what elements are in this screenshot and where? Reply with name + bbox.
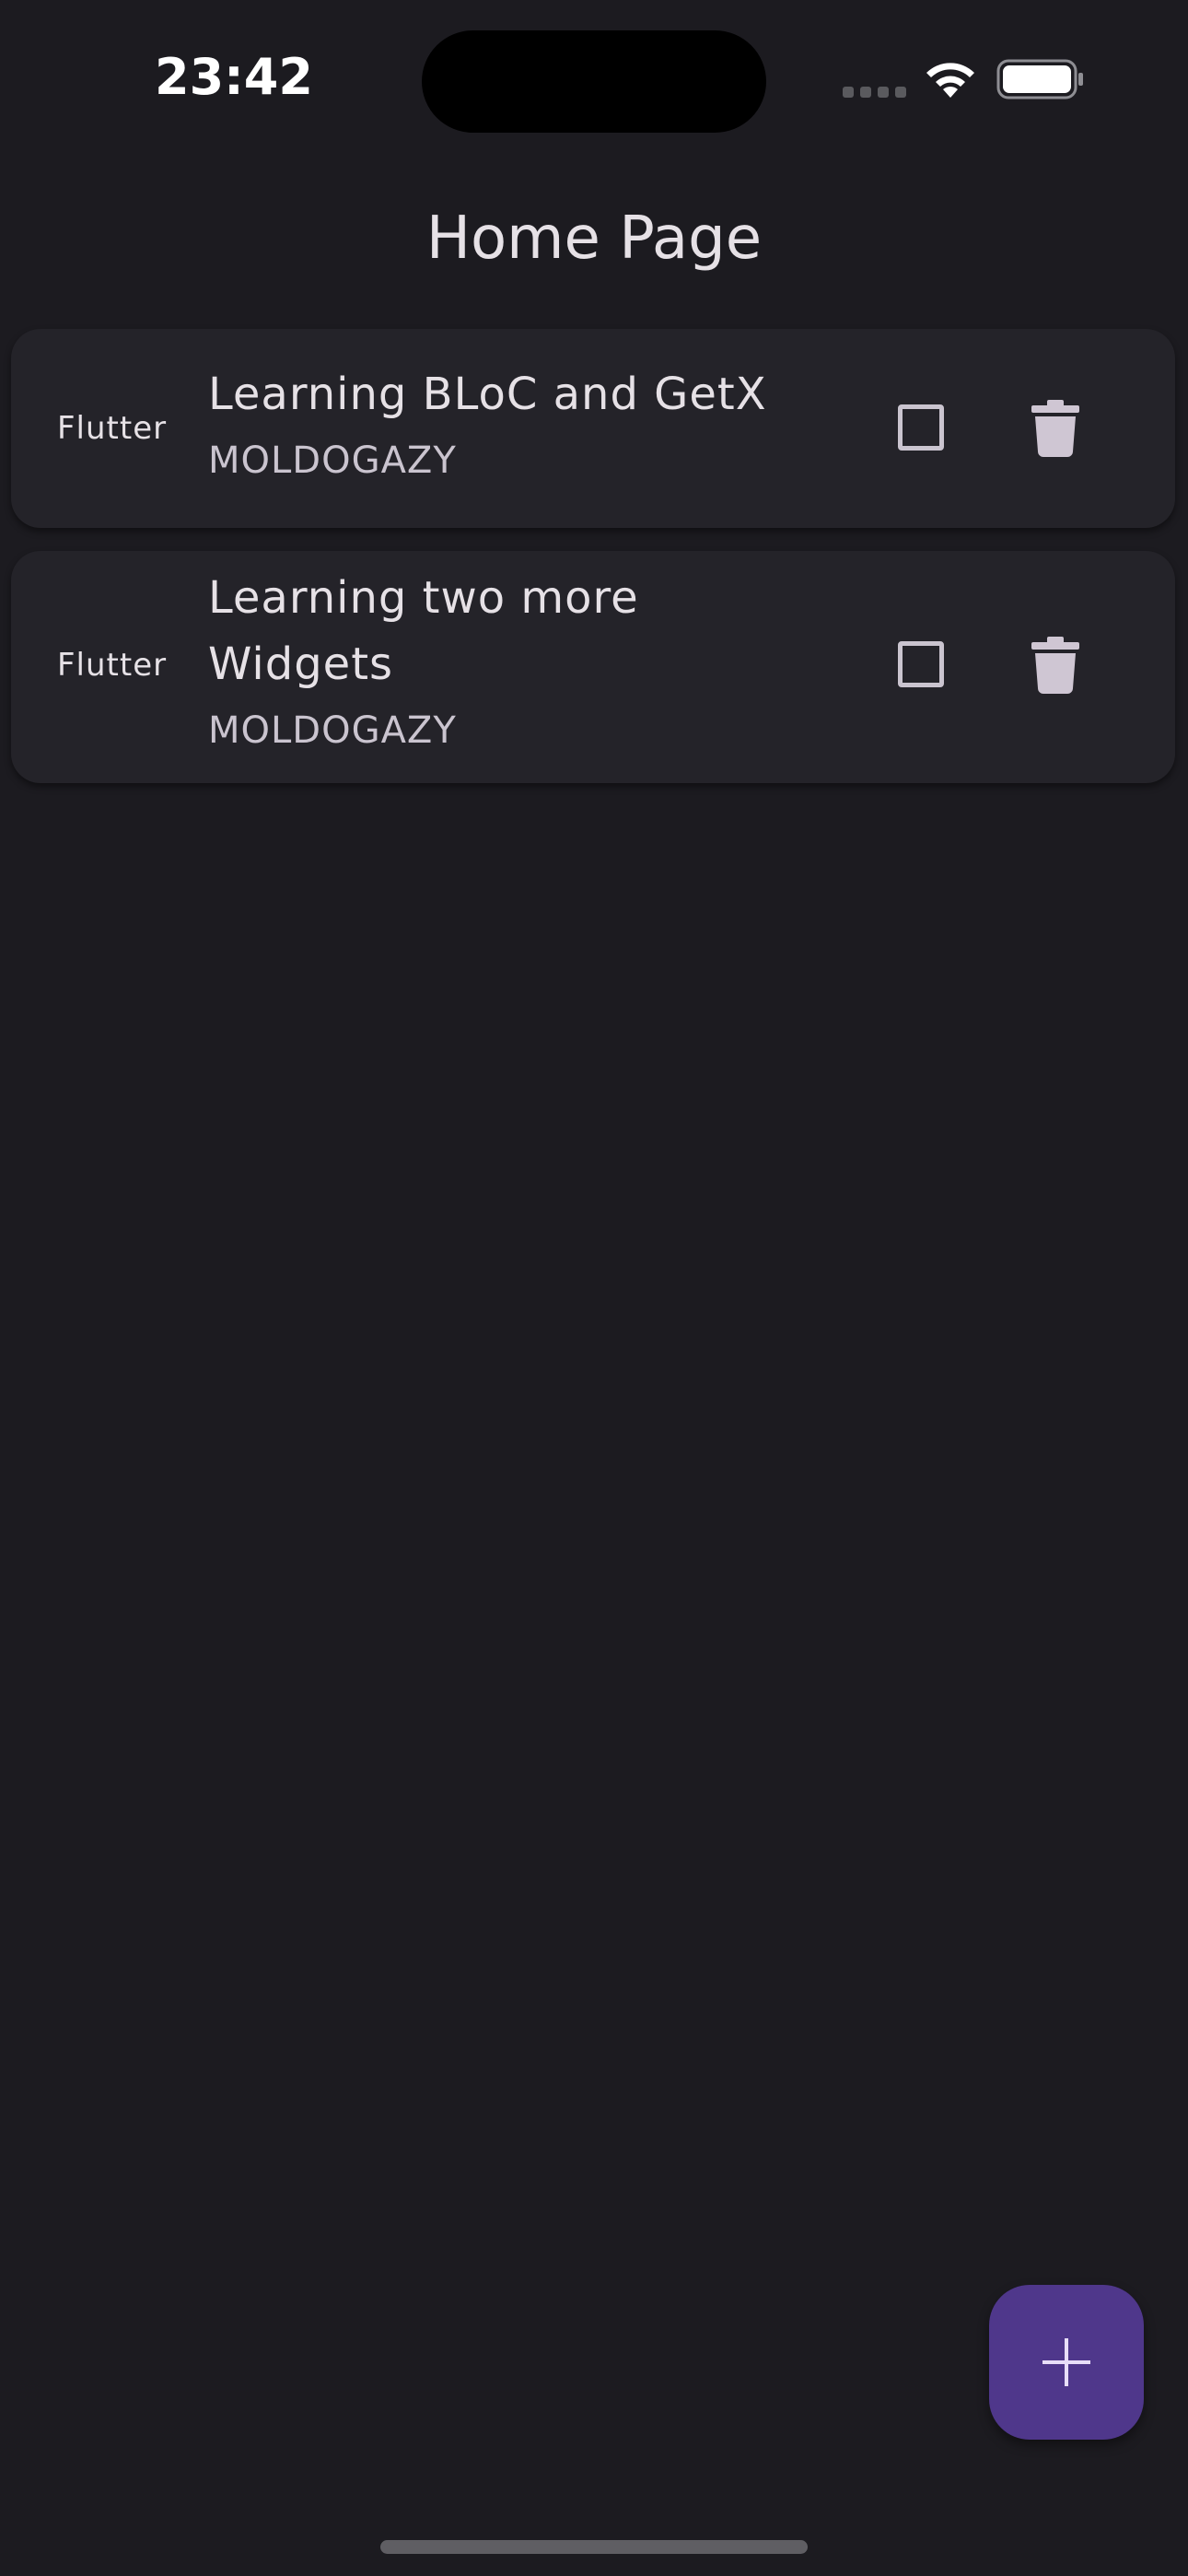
task-author: MOLDOGAZY <box>208 439 457 482</box>
task-card[interactable]: Flutter Learning BLoC and GetX MOLDOGAZY <box>11 329 1175 528</box>
battery-icon <box>996 59 1083 100</box>
status-bar: 23:42 <box>0 0 1188 166</box>
add-task-button[interactable] <box>989 2285 1144 2440</box>
cellular-signal-icon <box>843 87 907 98</box>
trash-icon[interactable] <box>1031 400 1079 457</box>
task-checkbox[interactable] <box>898 641 944 687</box>
task-category: Flutter <box>57 410 168 447</box>
task-category: Flutter <box>57 647 168 684</box>
task-title: Learning BLoC and GetX <box>208 369 767 420</box>
dynamic-island <box>422 30 766 133</box>
home-indicator[interactable] <box>380 2540 808 2554</box>
task-title: Learning two more Widgets <box>208 572 639 690</box>
status-time: 23:42 <box>155 48 313 106</box>
page-title: Home Page <box>425 205 763 273</box>
task-checkbox[interactable] <box>898 404 944 451</box>
plus-icon <box>1042 2338 1090 2386</box>
task-author: MOLDOGAZY <box>208 709 457 752</box>
wifi-icon <box>926 63 974 98</box>
task-card[interactable]: Flutter Learning two more Widgets MOLDOG… <box>11 551 1175 783</box>
trash-icon[interactable] <box>1031 637 1079 694</box>
